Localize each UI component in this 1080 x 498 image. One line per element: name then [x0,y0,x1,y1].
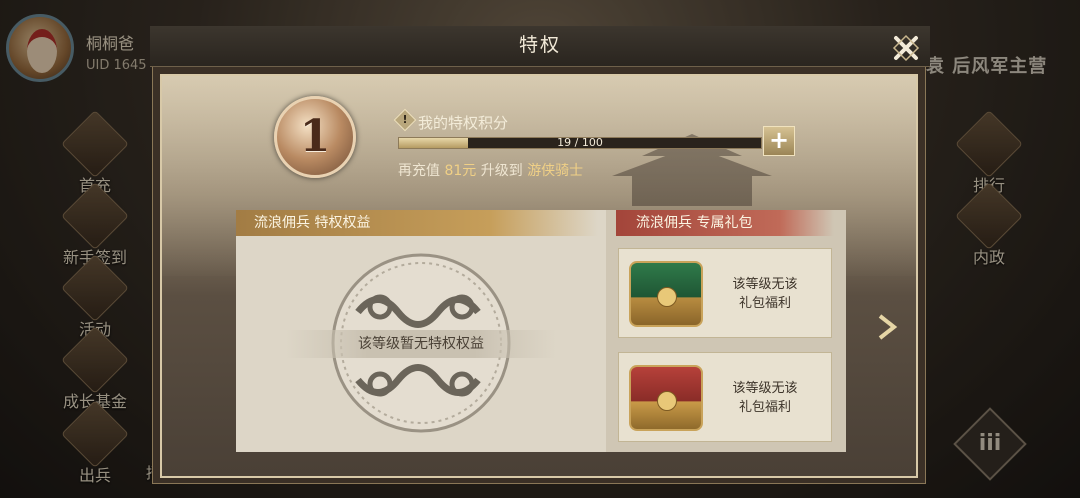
upgrade-hint: 再充值 81元 升级到 游侠骑士 [398,160,583,180]
gift-text: 该等级无该 礼包福利 [715,275,815,313]
upgrade-prefix: 再充值 [398,163,440,179]
upgrade-amount: 81元 [444,163,477,179]
points-progress-text: 19 / 100 [557,136,603,149]
close-icon [892,34,920,62]
points-progress-bar: 19 / 100 [398,136,762,149]
privilege-benefits-header: 流浪佣兵 特权权益 [236,210,598,236]
chevron-right-icon[interactable] [874,312,900,342]
modal-title: 特权 [518,34,561,56]
privilege-level: 1 [299,111,331,162]
gift-card[interactable]: 该等级无该 礼包福利 [618,248,832,338]
points-label: 我的特权积分 [418,114,509,132]
palace-silhouette-icon [612,134,772,206]
green-chest-icon [629,261,703,327]
upgrade-middle: 升级到 [480,163,523,179]
gift-card[interactable]: 该等级无该 礼包福利 [618,352,832,442]
gift-text-line2: 礼包福利 [738,296,791,311]
gift-text-line1: 该等级无该 [732,277,798,292]
privilege-level-medal: 1 [274,96,356,178]
recharge-plus-button[interactable]: + [763,126,795,156]
gift-text: 该等级无该 礼包福利 [715,379,815,417]
close-button[interactable] [890,32,922,64]
no-privilege-text: 该等级暂无特权权益 [286,330,556,358]
exclusive-gift-header: 流浪佣兵 专属礼包 [616,210,834,236]
upgrade-target: 游侠骑士 [527,163,584,179]
gift-text-line2: 礼包福利 [738,400,791,415]
gift-text-line1: 该等级无该 [732,381,798,396]
modal-title-bar: 特权 [150,26,930,67]
red-chest-icon [629,365,703,431]
